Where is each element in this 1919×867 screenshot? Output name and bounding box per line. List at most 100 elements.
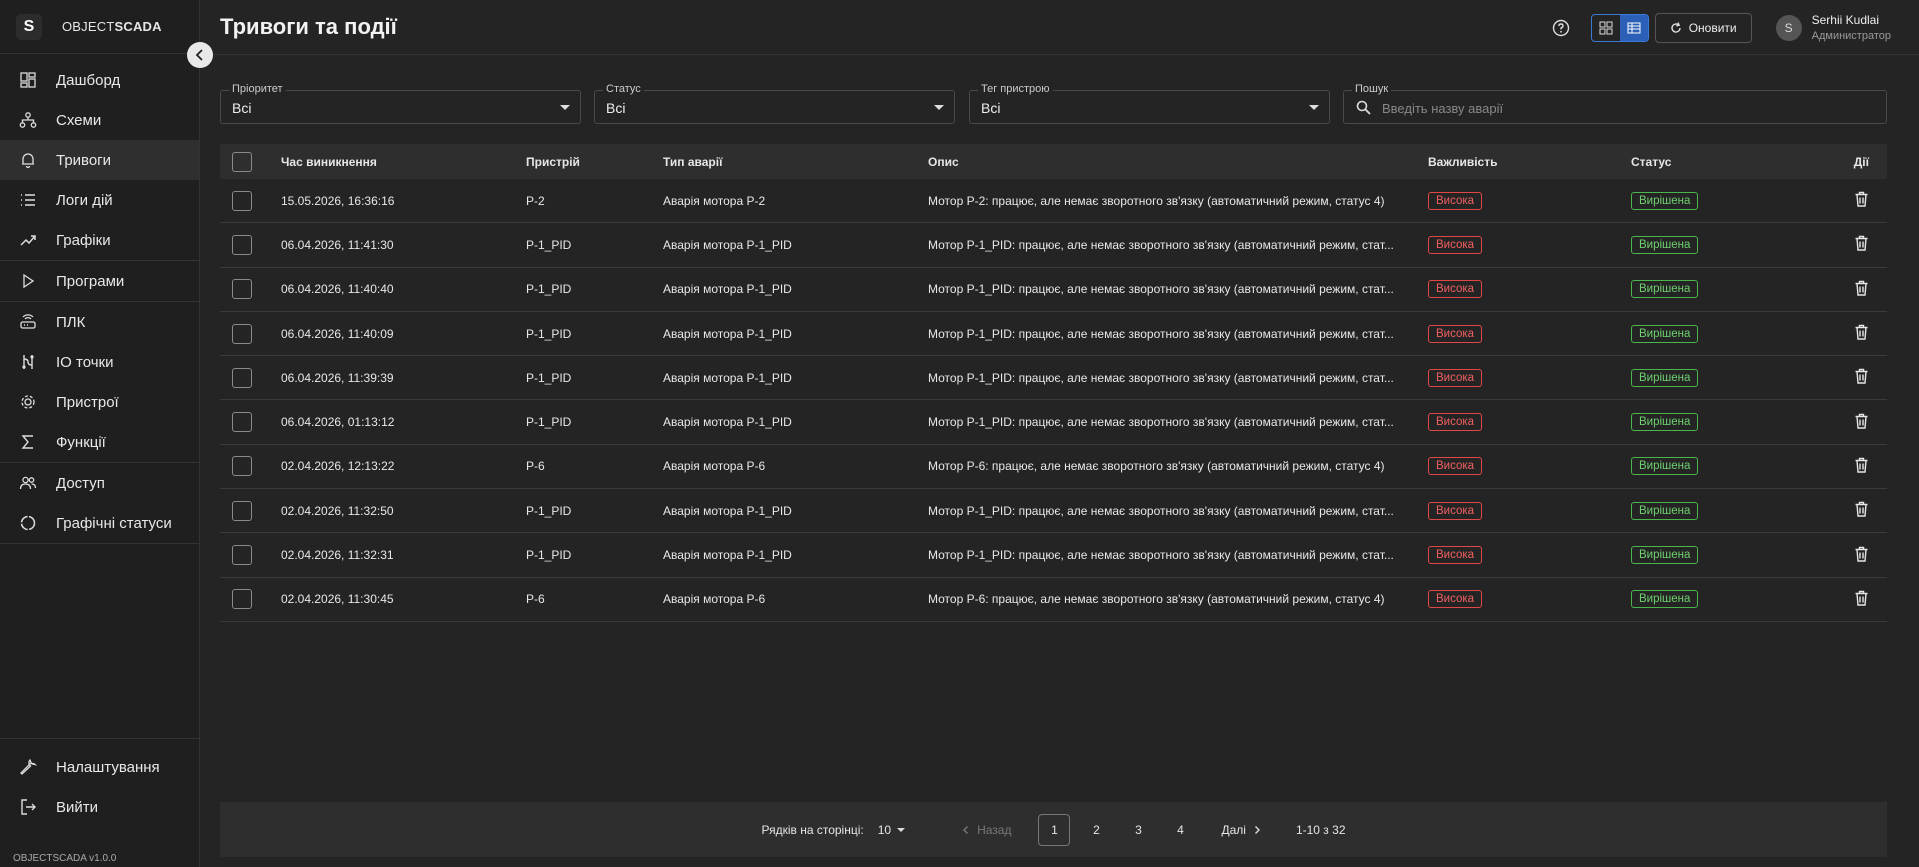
sidebar-item-2-2[interactable]: Пристрої	[0, 382, 199, 422]
caret-down-icon	[934, 105, 944, 110]
sidebar-item-bottom-1[interactable]: Вийти	[0, 787, 199, 827]
cell-description: Мотор P-1_PID: працює, але немає зворотн…	[928, 326, 1394, 341]
row-checkbox[interactable]	[232, 279, 252, 300]
row-checkbox[interactable]	[232, 323, 252, 344]
table-header: Час виникнення Пристрій Тип аварії Опис …	[220, 144, 1887, 179]
row-checkbox[interactable]	[232, 367, 252, 388]
row-checkbox[interactable]	[232, 589, 252, 610]
prev-page-button[interactable]: Назад	[961, 823, 1011, 837]
device-tag-select[interactable]: Тег пристрою Всі	[969, 83, 1330, 124]
cell-type: Аварія мотора P-1_PID	[663, 370, 792, 385]
col-header-status[interactable]: Статус	[1631, 155, 1841, 169]
row-checkbox[interactable]	[232, 190, 252, 211]
logo-text: OBJECTSCADA	[62, 19, 162, 34]
prev-page-label: Назад	[977, 822, 1012, 837]
trash-icon[interactable]	[1854, 191, 1869, 210]
sidebar-item-0-0[interactable]: Дашборд	[0, 60, 199, 100]
user-menu[interactable]: S Serhii Kudlai Администратор	[1775, 13, 1891, 42]
caret-down-icon	[1309, 105, 1319, 110]
sidebar-item-3-0[interactable]: Доступ	[0, 463, 199, 503]
col-header-type[interactable]: Тип аварії	[663, 155, 928, 169]
cell-time: 02.04.2026, 11:32:50	[281, 503, 394, 518]
cell-type: Аварія мотора P-2	[663, 193, 766, 208]
sidebar-item-3-1[interactable]: Графічні статуси	[0, 503, 199, 543]
sidebar-item-0-3[interactable]: Логи дій	[0, 180, 199, 220]
col-header-device[interactable]: Пристрій	[526, 155, 663, 169]
sidebar-item-0-4[interactable]: Графіки	[0, 220, 199, 260]
trash-icon[interactable]	[1854, 546, 1869, 565]
row-checkbox[interactable]	[232, 412, 252, 433]
page-button-2[interactable]: 2	[1080, 814, 1112, 846]
page-button-3[interactable]: 3	[1122, 814, 1154, 846]
priority-select[interactable]: Пріоритет Всі	[220, 83, 581, 124]
page-button-4[interactable]: 4	[1164, 814, 1196, 846]
sidebar-item-0-1[interactable]: Схеми	[0, 100, 199, 140]
trash-icon[interactable]	[1854, 501, 1869, 520]
table-row[interactable]: 02.04.2026, 11:32:31 P-1_PID Аварія мотора…	[220, 533, 1887, 578]
page-button-1[interactable]: 1	[1038, 813, 1071, 846]
select-all-checkbox[interactable]	[232, 151, 252, 172]
trash-icon[interactable]	[1854, 457, 1869, 476]
avatar: S	[1775, 14, 1802, 41]
table-row[interactable]: 06.04.2026, 11:40:09 P-1_PID Аварія мотора…	[220, 312, 1887, 357]
refresh-icon	[1671, 21, 1681, 33]
row-select-cell	[220, 323, 281, 344]
sidebar-item-bottom-0[interactable]: Налаштування	[0, 747, 199, 787]
help-icon[interactable]	[1551, 18, 1571, 38]
row-checkbox[interactable]	[232, 545, 252, 566]
row-checkbox[interactable]	[232, 234, 252, 255]
col-header-desc[interactable]: Опис	[928, 155, 1428, 169]
table-row[interactable]: 06.04.2026, 11:41:30 P-1_PID Аварія мотора…	[220, 223, 1887, 268]
trash-icon[interactable]	[1854, 235, 1869, 254]
trash-icon[interactable]	[1854, 324, 1869, 343]
cell-status: Вирішена	[1631, 546, 1841, 565]
table-row[interactable]: 06.04.2026, 01:13:12 P-1_PID Аварія мотора…	[220, 400, 1887, 445]
cell-type: Аварія мотора P-1_PID	[663, 415, 792, 430]
sidebar-item-1-0[interactable]: Програми	[0, 261, 199, 301]
table-row[interactable]: 15.05.2026, 16:36:16 P-2 Аварія мотора P-2…	[220, 179, 1887, 224]
sidebar-item-label: Доступ	[56, 474, 105, 492]
cell-type: Аварія мотора P-1_PID	[663, 237, 792, 252]
sidebar-item-2-3[interactable]: Функції	[0, 422, 199, 462]
collapse-sidebar-button[interactable]	[187, 42, 213, 68]
row-checkbox[interactable]	[232, 500, 252, 521]
table-row[interactable]: 06.04.2026, 11:39:39 P-1_PID Аварія мотора…	[220, 356, 1887, 401]
sidebar-item-label: Графічні статуси	[56, 514, 172, 532]
sidebar-item-label: Логи дій	[56, 191, 113, 209]
table-row[interactable]: 02.04.2026, 11:30:45 P-6 Аварія мотора P-6…	[220, 578, 1887, 622]
sidebar-item-2-0[interactable]: ПЛК	[0, 302, 199, 342]
device-tag-label: Тег пристрою	[978, 83, 1053, 95]
trash-icon[interactable]	[1854, 413, 1869, 432]
severity-badge: Висока	[1428, 235, 1483, 254]
trash-icon[interactable]	[1854, 280, 1869, 299]
grid-view-button[interactable]	[1592, 15, 1620, 41]
sigma-icon	[18, 432, 38, 452]
rows-per-page-select[interactable]: 10	[878, 823, 906, 837]
search-placeholder[interactable]: Введіть назву аварії	[1382, 101, 1503, 116]
sidebar-item-label: ПЛК	[56, 313, 86, 331]
refresh-button[interactable]: Оновити	[1654, 12, 1752, 43]
status-select[interactable]: Статус Всі	[594, 83, 955, 124]
sidebar-item-2-1[interactable]: IO точки	[0, 342, 199, 382]
sidebar-item-0-2[interactable]: Тривоги	[0, 140, 199, 180]
table-row[interactable]: 06.04.2026, 11:40:40 P-1_PID Аварія мотора…	[220, 268, 1887, 312]
row-checkbox[interactable]	[232, 456, 252, 477]
table-row[interactable]: 02.04.2026, 12:13:22 P-6 Аварія мотора P-6…	[220, 445, 1887, 490]
search-field[interactable]: Пошук Введіть назву аварії	[1343, 83, 1887, 124]
col-header-severity[interactable]: Важливість	[1428, 155, 1631, 169]
logo[interactable]: S OBJECTSCADA	[0, 0, 199, 54]
cell-status: Вирішена	[1631, 590, 1841, 609]
status-badge: Вирішена	[1631, 501, 1699, 520]
next-page-button[interactable]: Далі	[1221, 823, 1261, 837]
filters-bar: Пріоритет Всі Статус Всі Тег пристрою Вс…	[220, 83, 1887, 124]
table-view-button[interactable]	[1619, 14, 1648, 41]
trash-icon[interactable]	[1854, 368, 1869, 387]
sidebar-item-label: Пристрої	[56, 393, 119, 411]
trash-icon[interactable]	[1854, 590, 1869, 609]
table-row[interactable]: 02.04.2026, 11:32:50 P-1_PID Аварія мотора…	[220, 489, 1887, 534]
sidebar-group: Доступ Графічні статуси	[0, 463, 199, 544]
cell-actions	[1841, 191, 1887, 210]
col-header-time[interactable]: Час виникнення	[281, 155, 526, 169]
cell-status: Вирішена	[1631, 413, 1841, 432]
sidebar-nav: Дашборд Схеми Тривоги Логи дій Графіки Програ…	[0, 54, 199, 544]
